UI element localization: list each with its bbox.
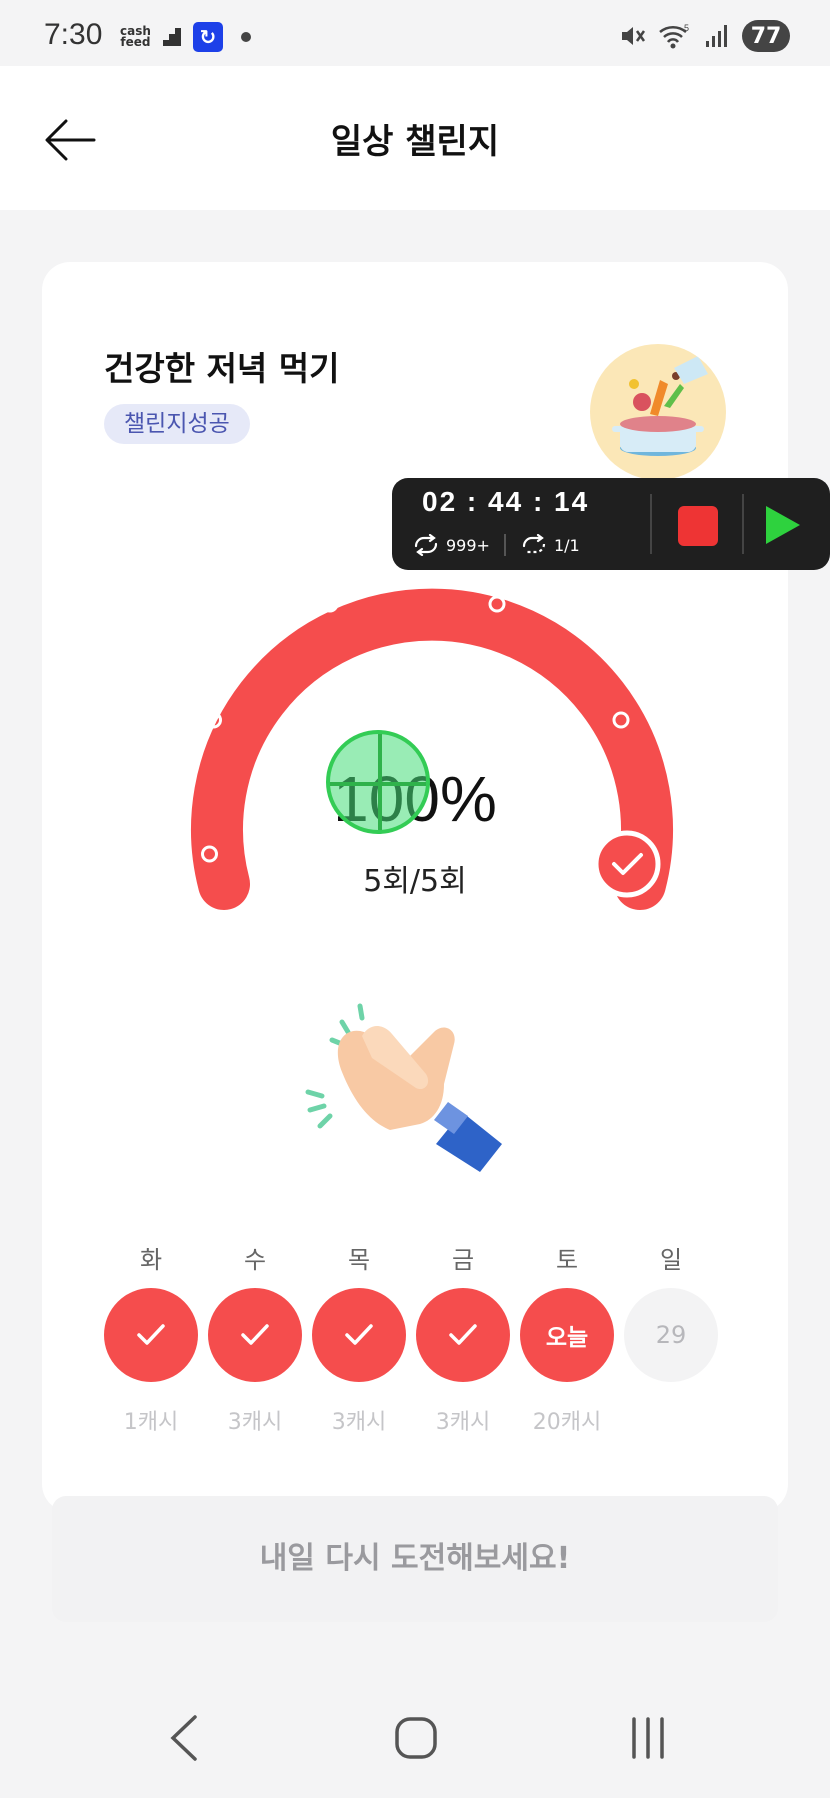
retry-tomorrow-button[interactable]: 내일 다시 도전해보세요! bbox=[52, 1496, 778, 1622]
back-nav-icon bbox=[170, 1715, 197, 1761]
nav-recents-button[interactable] bbox=[608, 1708, 688, 1768]
more-notifications-dot bbox=[240, 32, 251, 42]
checkmark-icon bbox=[241, 1324, 269, 1345]
status-bar: 7:30 cash feed ↻ 5 77 bbox=[0, 0, 830, 66]
wifi-icon: 5 bbox=[659, 23, 689, 49]
loop-icon bbox=[414, 534, 438, 556]
day-reward: 3캐시 bbox=[227, 1410, 283, 1435]
recents-nav-icon bbox=[632, 1717, 664, 1759]
day-reward: 1캐시 bbox=[123, 1410, 179, 1435]
notification-icons: cash feed ↻ bbox=[120, 22, 251, 52]
stairs-icon bbox=[162, 28, 181, 46]
repeat-icon bbox=[522, 534, 546, 554]
repeat-count: 1/1 bbox=[520, 534, 580, 556]
recorder-stats: 999+ 1/1 bbox=[412, 534, 580, 556]
day-reward: 3캐시 bbox=[331, 1410, 387, 1435]
day-label: 수 bbox=[243, 1246, 267, 1274]
repeat-count-value: 1/1 bbox=[553, 535, 580, 555]
svg-text:5: 5 bbox=[684, 23, 689, 33]
nav-back-button[interactable] bbox=[144, 1708, 224, 1768]
play-button[interactable] bbox=[762, 504, 802, 546]
day-column: 화 1캐시 bbox=[104, 1240, 198, 1435]
day-column: 일 29 bbox=[624, 1240, 718, 1434]
progress-count: 5회/5회 bbox=[363, 864, 467, 899]
recording-timer: 02 : 44 : 14 bbox=[422, 486, 590, 517]
checkmark-icon bbox=[137, 1324, 165, 1345]
day-label: 토 bbox=[555, 1246, 579, 1274]
day-label: 금 bbox=[451, 1246, 475, 1274]
day-check-circle bbox=[104, 1288, 198, 1382]
checkmark-icon bbox=[449, 1324, 477, 1345]
app-header: 일상 챌린지 bbox=[0, 66, 830, 210]
cashfeed-icon: cash feed bbox=[120, 24, 151, 49]
page-title: 일상 챌린지 bbox=[330, 122, 500, 162]
system-icons: 5 77 bbox=[618, 20, 790, 52]
gauge-dot bbox=[321, 595, 339, 613]
stats-divider bbox=[503, 534, 506, 556]
status-badge: 챌린지성공 bbox=[104, 404, 250, 444]
today-circle: 오늘 bbox=[520, 1288, 614, 1382]
cooking-pot-illustration bbox=[590, 344, 726, 480]
system-navigation-bar bbox=[0, 1674, 830, 1798]
battery-indicator: 77 bbox=[742, 20, 790, 52]
day-reward bbox=[624, 1404, 718, 1434]
challenge-title: 건강한 저녁 먹기 bbox=[104, 349, 340, 388]
loop-count-value: 999+ bbox=[446, 535, 490, 555]
day-check-circle bbox=[416, 1288, 510, 1382]
recorder-divider bbox=[650, 494, 652, 554]
day-check-circle bbox=[312, 1288, 406, 1382]
challenge-card: 건강한 저녁 먹기 챌린지성공 100% 5회/5회 bbox=[42, 262, 788, 1512]
signal-icon bbox=[706, 25, 727, 47]
future-day-circle: 29 bbox=[624, 1288, 718, 1382]
day-label: 일 bbox=[659, 1246, 683, 1274]
gauge-arc bbox=[191, 588, 673, 910]
recorder-divider bbox=[742, 494, 744, 554]
day-column: 수 3캐시 bbox=[208, 1240, 302, 1435]
day-label: 화 bbox=[139, 1246, 163, 1274]
day-reward: 3캐시 bbox=[435, 1410, 491, 1435]
day-label: 목 bbox=[347, 1246, 371, 1274]
status-time: 7:30 bbox=[44, 18, 103, 51]
loop-count: 999+ bbox=[412, 534, 490, 556]
clapping-hands-icon bbox=[305, 1003, 502, 1172]
home-nav-icon bbox=[395, 1717, 437, 1759]
day-column: 목 3캐시 bbox=[312, 1240, 406, 1435]
stop-button[interactable] bbox=[678, 506, 718, 546]
day-check-circle bbox=[208, 1288, 302, 1382]
screen-recorder-widget: 02 : 44 : 14 999+ 1/1 bbox=[392, 478, 830, 570]
day-reward: 20캐시 bbox=[532, 1410, 602, 1435]
day-column: 금 3캐시 bbox=[416, 1240, 510, 1435]
mute-icon bbox=[622, 27, 646, 45]
day-column: 토 오늘 20캐시 bbox=[520, 1240, 614, 1435]
touch-indicator bbox=[326, 730, 430, 834]
checkmark-icon bbox=[345, 1324, 373, 1345]
nav-home-button[interactable] bbox=[376, 1708, 456, 1768]
refresh-app-icon: ↻ bbox=[192, 22, 223, 52]
